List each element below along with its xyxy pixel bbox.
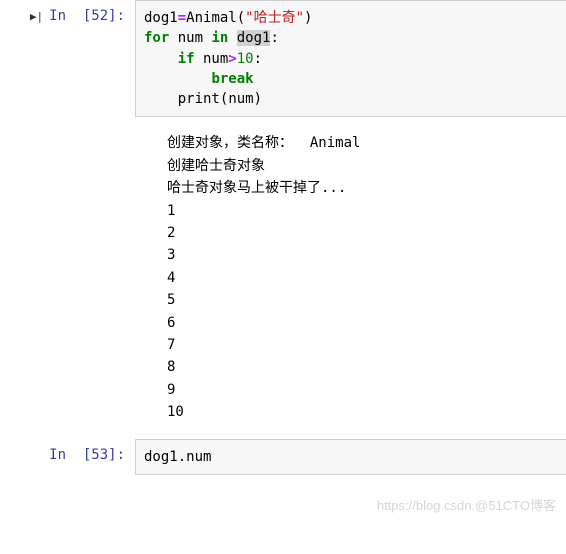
code-var: num xyxy=(169,30,211,46)
code-var: dog1 xyxy=(144,10,178,26)
code-space xyxy=(228,30,236,46)
code-indent xyxy=(144,71,211,87)
code-paren: ) xyxy=(304,10,312,26)
code-colon: : xyxy=(254,51,262,67)
code-var: num xyxy=(195,51,229,67)
code-num: 10 xyxy=(237,51,254,67)
code-indent xyxy=(144,51,178,67)
code-kw-break: break xyxy=(211,71,253,87)
code-cell-53: In [53]: dog1.num xyxy=(0,439,566,475)
code-paren: ( xyxy=(237,10,245,26)
code-op: = xyxy=(178,10,186,26)
prompt-area: In [53]: xyxy=(0,439,135,475)
code-kw-for: for xyxy=(144,30,169,46)
prompt-label: In [52]: xyxy=(49,8,125,24)
code-kw-if: if xyxy=(178,51,195,67)
output-cell-52: 创建对象，类名称： Animal 创建哈士奇对象 哈士奇对象马上被干掉了... … xyxy=(0,125,566,430)
code-paren: ) xyxy=(254,91,262,107)
run-icon[interactable]: ▶| xyxy=(30,10,43,23)
code-var-highlighted: dog1 xyxy=(237,30,271,46)
code-input[interactable]: dog1.num xyxy=(135,439,566,475)
code-input[interactable]: dog1=Animal("哈士奇") for num in dog1: if n… xyxy=(135,0,566,117)
code-kw-in: in xyxy=(211,30,228,46)
code-cell-52: ▶| In [52]: dog1=Animal("哈士奇") for num i… xyxy=(0,0,566,117)
prompt-area: ▶| In [52]: xyxy=(0,0,135,117)
code-fn: Animal xyxy=(186,10,237,26)
code-str: "哈士奇" xyxy=(245,10,304,26)
output-text: 创建对象，类名称： Animal 创建哈士奇对象 哈士奇对象马上被干掉了... … xyxy=(135,125,566,430)
code-indent xyxy=(144,91,178,107)
watermark: https://blog.csdn.@51CTO博客 xyxy=(377,495,556,514)
code-colon: : xyxy=(270,30,278,46)
prompt-label: In [53]: xyxy=(49,447,125,463)
output-prompt-area xyxy=(0,125,135,430)
code-op: > xyxy=(228,51,236,67)
code-text: dog1.num xyxy=(144,449,211,465)
code-fn: print xyxy=(178,91,220,107)
code-var: num xyxy=(228,91,253,107)
